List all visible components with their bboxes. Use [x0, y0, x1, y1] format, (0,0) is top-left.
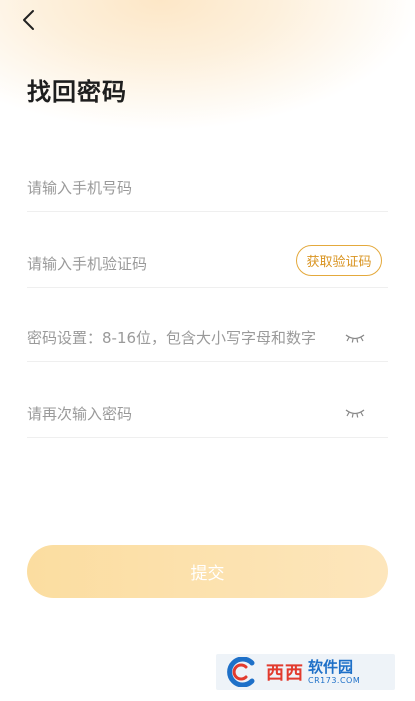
get-code-button[interactable]: 获取验证码 — [296, 245, 382, 276]
verification-code-input[interactable] — [27, 243, 287, 285]
password-field — [27, 317, 388, 362]
eye-closed-icon[interactable] — [344, 406, 366, 420]
verification-code-field: 获取验证码 — [27, 243, 388, 288]
phone-input[interactable] — [27, 167, 287, 209]
confirm-password-input[interactable] — [27, 393, 287, 435]
confirm-password-field — [27, 393, 388, 438]
watermark-name: 软件园 — [308, 657, 354, 676]
watermark-logo-icon — [227, 657, 255, 687]
watermark-side: 软件园 CR173.COM — [308, 657, 361, 685]
phone-field — [27, 167, 388, 212]
eye-closed-icon[interactable] — [344, 331, 366, 345]
back-button[interactable] — [14, 6, 42, 34]
watermark-main-text: 西西 — [266, 663, 304, 684]
back-arrow-icon — [23, 10, 34, 30]
watermark: 西西 软件园 CR173.COM — [216, 654, 395, 690]
submit-button[interactable]: 提交 — [27, 545, 388, 598]
page-title: 找回密码 — [27, 78, 127, 106]
watermark-domain: CR173.COM — [308, 675, 361, 685]
password-input[interactable] — [27, 317, 337, 359]
